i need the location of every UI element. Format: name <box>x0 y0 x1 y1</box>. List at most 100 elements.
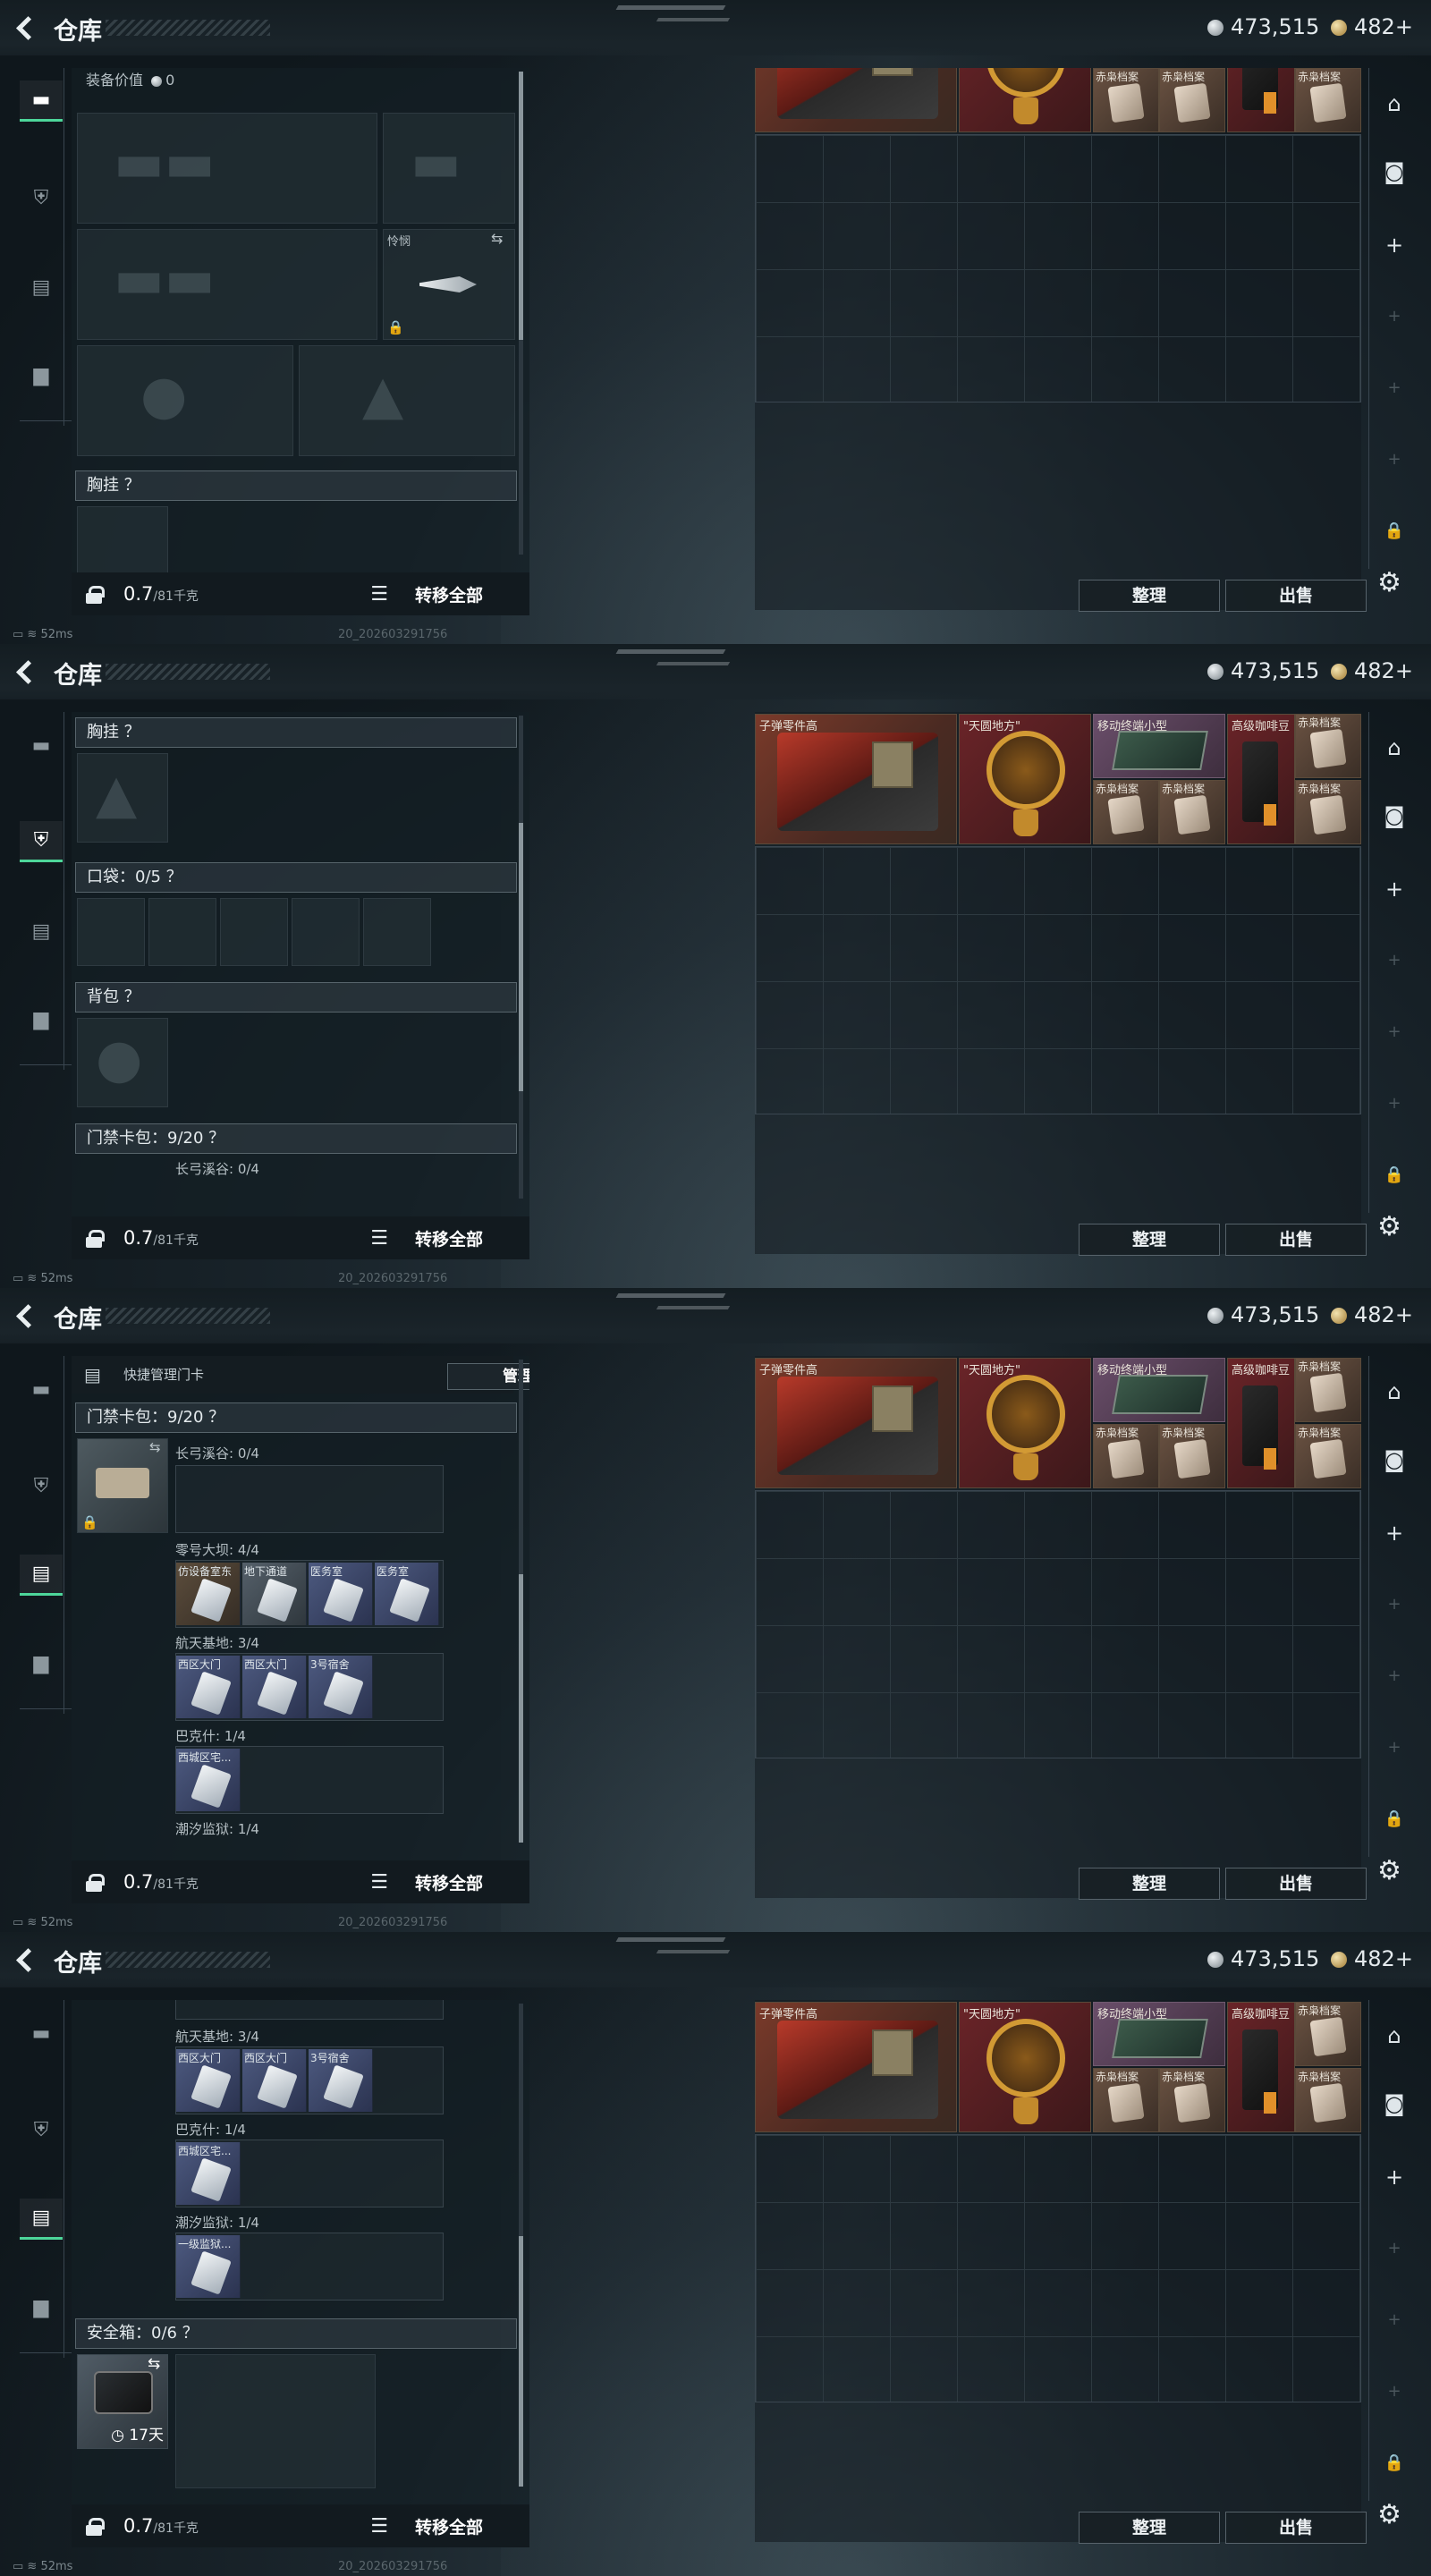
ammo-parts-item[interactable]: 子弹零件高 <box>755 2002 957 2132</box>
nav-keycard-icon[interactable]: ▤ <box>20 2199 63 2240</box>
swap-icon[interactable]: ⇆ <box>149 1439 161 1455</box>
lock-icon[interactable] <box>86 1874 105 1892</box>
pocket-slot[interactable] <box>77 898 145 966</box>
nav-armor-icon[interactable]: ⛨ <box>20 2109 63 2150</box>
backpack-slot[interactable]: ● <box>77 1018 168 1107</box>
keycard[interactable]: 西区大门 <box>242 2049 307 2112</box>
fox-file-item[interactable]: 赤枭档案 <box>1159 68 1225 132</box>
secondary-weapon-slot[interactable]: ▬▬ <box>77 229 377 340</box>
helmet-slot[interactable]: ● <box>77 345 293 456</box>
keycard[interactable]: 3号宿舍 <box>309 2049 373 2112</box>
sell-button[interactable]: 出售 <box>1225 1224 1367 1256</box>
chest-rig-slot[interactable]: ▲ <box>77 753 168 843</box>
sell-button[interactable]: 出售 <box>1225 580 1367 612</box>
stash-grid[interactable] <box>755 134 1361 402</box>
gold-currency[interactable]: 482+ <box>1331 14 1413 39</box>
sell-button[interactable]: 出售 <box>1225 2512 1367 2544</box>
keycard-bag-slot[interactable]: ⇆ 🔒 <box>77 1438 168 1533</box>
manage-button[interactable]: 管理 <box>447 1363 529 1390</box>
settings-gear-icon[interactable]: ⚙ <box>1377 2499 1401 2530</box>
fox-file-item[interactable]: 赤枭档案 <box>1093 780 1159 844</box>
sort-button[interactable]: 整理 <box>1079 1868 1220 1900</box>
keycard-row[interactable]: 西区大门 西区大门 3号宿舍 <box>175 2046 444 2114</box>
keycard-row[interactable] <box>175 2000 444 2020</box>
nav-armor-icon[interactable]: ⛨ <box>20 821 63 862</box>
sell-button[interactable]: 出售 <box>1225 1868 1367 1900</box>
add-tab-icon[interactable]: + <box>1378 2161 1410 2193</box>
armillary-globe-item[interactable]: "天圆地方" <box>959 2002 1091 2132</box>
list-icon[interactable]: ☰ <box>370 1871 388 1894</box>
fox-file-item[interactable]: 赤枭档案 <box>1159 780 1225 844</box>
stash-grid[interactable] <box>755 1490 1361 1758</box>
keycard-row[interactable]: 仿设备室东 地下通道 医务室 医务室 <box>175 1560 444 1628</box>
fox-file-item[interactable]: 赤枭档案 <box>1295 780 1361 844</box>
chest-rig-slot[interactable] <box>77 506 168 578</box>
keycard[interactable]: 一级监狱... <box>176 2235 241 2298</box>
fox-file-item[interactable]: 赤枭档案 <box>1093 1424 1159 1488</box>
locker-icon[interactable]: ⌂ <box>1378 2020 1410 2052</box>
add-tab-icon[interactable]: + <box>1378 229 1410 261</box>
keycard[interactable]: 3号宿舍 <box>309 1656 373 1718</box>
back-icon[interactable] <box>13 657 41 685</box>
scroll-thumb[interactable] <box>519 72 523 340</box>
locker-icon[interactable]: ⌂ <box>1378 732 1410 764</box>
swap-icon[interactable]: ⇆ <box>491 230 503 247</box>
gold-currency[interactable]: 482+ <box>1331 1302 1413 1327</box>
primary-weapon-slot[interactable]: ▬▬ <box>77 113 377 224</box>
ammo-parts-item[interactable]: 子弹零件高 <box>755 714 957 844</box>
camera-search-icon[interactable]: ◙ <box>1378 2088 1410 2120</box>
keycard[interactable]: 地下通道 <box>242 1563 307 1625</box>
fox-file-item[interactable]: 赤枭档案 <box>1295 714 1361 778</box>
back-icon[interactable] <box>13 1945 41 1973</box>
lock-icon[interactable] <box>86 2518 105 2536</box>
fox-file-item[interactable]: 赤枭档案 <box>1093 68 1159 132</box>
pocket-slot[interactable] <box>363 898 431 966</box>
armillary-globe-item[interactable]: "天圆地方" <box>959 68 1091 132</box>
sort-button[interactable]: 整理 <box>1079 580 1220 612</box>
keycard-row[interactable]: 西区大门 西区大门 3号宿舍 <box>175 1653 444 1721</box>
add-currency-icon[interactable]: + <box>1395 14 1413 39</box>
nav-case-icon[interactable]: ▆ <box>20 2286 63 2327</box>
loadout-scrollbar[interactable] <box>519 72 523 555</box>
move-all-button[interactable]: 转移全部 <box>415 1226 483 1250</box>
armillary-globe-item[interactable]: "天圆地方" <box>959 714 1091 844</box>
keycard[interactable]: 仿设备室东 <box>176 1563 241 1625</box>
nav-case-icon[interactable]: ▆ <box>20 998 63 1039</box>
scroll-thumb[interactable] <box>519 823 523 1091</box>
camera-search-icon[interactable]: ◙ <box>1378 156 1410 188</box>
move-all-button[interactable]: 转移全部 <box>415 2514 483 2538</box>
gold-currency[interactable]: 482+ <box>1331 658 1413 683</box>
fox-file-item[interactable]: 赤枭档案 <box>1093 2068 1159 2132</box>
fox-file-item[interactable]: 赤枭档案 <box>1159 2068 1225 2132</box>
nav-keycard-icon[interactable]: ▤ <box>20 911 63 952</box>
fox-file-item[interactable]: 赤枭档案 <box>1295 68 1361 132</box>
loadout-scrollbar[interactable] <box>519 716 523 1199</box>
back-icon[interactable] <box>13 13 41 41</box>
nav-weapons-icon[interactable]: ▬ <box>20 724 63 766</box>
nav-weapons-icon[interactable]: ▬ <box>20 2012 63 2054</box>
gold-currency[interactable]: 482+ <box>1331 1946 1413 1971</box>
locker-icon[interactable]: ⌂ <box>1378 1376 1410 1408</box>
keycard[interactable]: 西区大门 <box>242 1656 307 1718</box>
locker-icon[interactable]: ⌂ <box>1378 88 1410 120</box>
sort-button[interactable]: 整理 <box>1079 2512 1220 2544</box>
fox-file-item[interactable]: 赤枭档案 <box>1295 2002 1361 2066</box>
nav-case-icon[interactable]: ▆ <box>20 1642 63 1683</box>
move-all-button[interactable]: 转移全部 <box>415 582 483 606</box>
loadout-scrollbar[interactable] <box>519 2004 523 2487</box>
coffee-beans-item[interactable]: 高级咖啡豆 <box>1227 2002 1295 2132</box>
add-currency-icon[interactable]: + <box>1395 1302 1413 1327</box>
list-icon[interactable]: ☰ <box>370 1227 388 1250</box>
mobile-terminal-item[interactable]: 移动终端小型 <box>1093 714 1225 778</box>
nav-case-icon[interactable]: ▆ <box>20 354 63 395</box>
coffee-beans-item[interactable]: 高级咖啡豆 <box>1227 714 1295 844</box>
list-icon[interactable]: ☰ <box>370 583 388 606</box>
armor-slot[interactable]: ▲ <box>299 345 515 456</box>
safe-box-grid[interactable] <box>175 2354 376 2488</box>
coffee-beans-item[interactable]: 高级咖啡豆 <box>1227 1358 1295 1488</box>
keycard[interactable]: 西城区宅... <box>176 1749 241 1811</box>
add-tab-icon[interactable]: + <box>1378 1517 1410 1549</box>
back-icon[interactable] <box>13 1301 41 1329</box>
nav-weapons-icon[interactable]: ▬ <box>20 80 63 122</box>
keycard-row[interactable]: 西城区宅... <box>175 2140 444 2207</box>
